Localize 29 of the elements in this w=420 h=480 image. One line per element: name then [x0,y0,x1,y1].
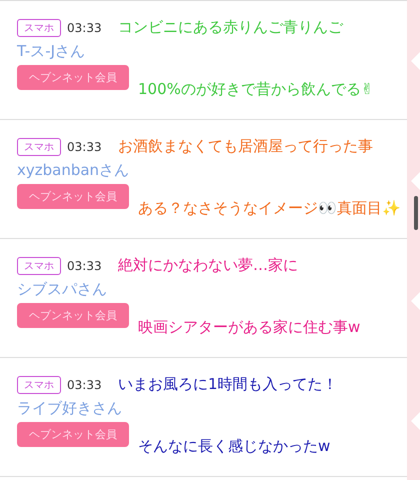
device-badge: スマホ [17,138,61,156]
caption-text: 絶対にかなわない夢…家に [118,255,298,275]
caption-text: いまお風ろに1時間も入ってた！ [118,374,338,394]
caption-text: コンビニにある赤りんご青りんご [118,17,343,37]
caption-text: そんなに長く感じなかったw [138,436,330,456]
arrow-icon[interactable] [411,292,420,310]
post-time: 03:33 [67,378,102,392]
user-name-link[interactable]: ライブ好きさん [17,399,122,418]
post-time: 03:33 [67,140,102,154]
caption-text: ある？なさそうなイメージ👀真面目✨ [138,198,401,218]
arrow-icon[interactable] [411,172,420,190]
caption-text: 100%のが好きで昔から飲んでる✌ [138,79,374,99]
device-badge: スマホ [17,19,61,37]
scrollbar[interactable] [414,196,418,230]
user-name-link[interactable]: シブスパさん [17,280,107,299]
post-time: 03:33 [67,259,102,273]
member-button[interactable]: ヘブンネット会員 [17,422,129,447]
arrow-icon[interactable] [411,52,420,70]
post-time: 03:33 [67,21,102,35]
arrow-icon[interactable] [411,412,420,430]
device-badge: スマホ [17,257,61,275]
device-badge: スマホ [17,376,61,394]
caption-text: お酒飲まなくても居酒屋って行った事 [118,136,373,156]
caption-text: 映画シアターがある家に住む事w [138,317,360,337]
user-name-link[interactable]: T-ス-Jさん [17,42,86,61]
member-button[interactable]: ヘブンネット会員 [17,184,129,209]
member-button[interactable]: ヘブンネット会員 [17,65,129,90]
member-button[interactable]: ヘブンネット会員 [17,303,129,328]
user-name-link[interactable]: xyzbanbanさん [17,161,130,180]
